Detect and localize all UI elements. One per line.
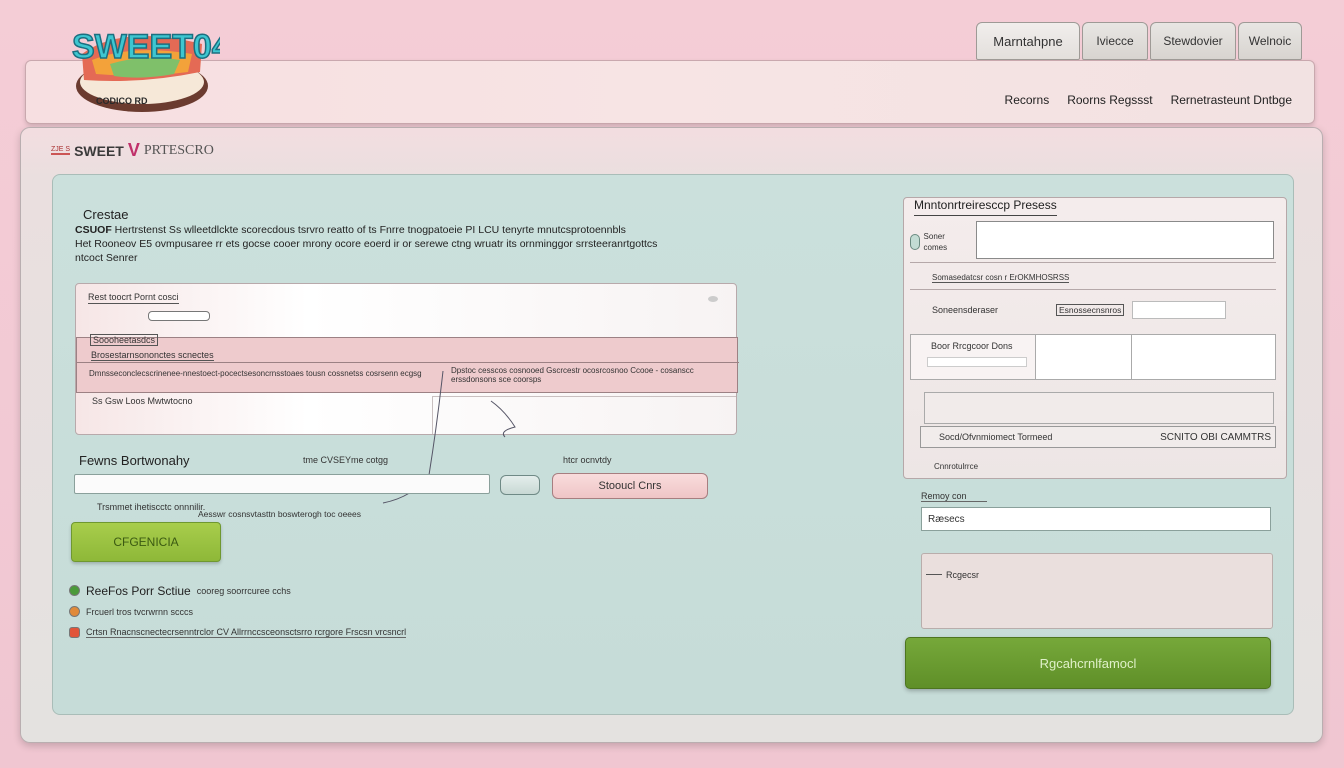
tab-2[interactable]: Stewdovier xyxy=(1150,22,1236,60)
field-label: Fewns Bortwonahy xyxy=(79,453,190,468)
field-hint-2: htcr ocnvtdy xyxy=(563,455,612,465)
sub-form: Boor Rrcgcoor Dons xyxy=(910,334,1276,380)
status-text-0: cooreg soorrcuree cchs xyxy=(196,585,291,596)
status-dot-orange-icon xyxy=(69,606,80,617)
row2-line: Somasedatcsr cosn r ErOKMHOSRSS xyxy=(910,262,1276,290)
summary-bar: Socd/Ofvnmiomect Tormeed SCNITO OBI CAMM… xyxy=(920,426,1276,448)
summary-right: SCNITO OBI CAMMTRS xyxy=(1160,432,1271,443)
input-help-2: Aesswr cosnsvtasttn boswterogh toc oeees xyxy=(198,509,361,519)
input-help-1: Trsmmet ihetiscctc onnnilir. xyxy=(97,502,206,512)
tab-3[interactable]: Welnoic xyxy=(1238,22,1302,60)
tab-0[interactable]: Marntahpne xyxy=(976,22,1080,60)
blank-field[interactable] xyxy=(924,392,1274,424)
main-text-input[interactable] xyxy=(74,474,490,494)
status-text-2: Crtsn Rnacnscnectecrsenntrclor CV Allrrn… xyxy=(86,627,407,638)
field2-label: Remoy con xyxy=(921,491,987,502)
field-hint-1: tme CVSEYme cotgg xyxy=(303,455,389,465)
sub-label: Boor Rrcgcoor Dons xyxy=(931,341,1013,351)
logo-text-top: SWEET04 xyxy=(72,28,220,66)
generate-button[interactable]: CFGENICIA xyxy=(71,522,221,562)
brand-name: SWEET xyxy=(74,142,124,159)
tab-1[interactable]: Iviecce xyxy=(1082,22,1148,60)
status-list: ReeFos Porr Sctiue cooreg soorrcuree cch… xyxy=(69,580,407,643)
header-link-0[interactable]: Recorns xyxy=(1005,93,1050,107)
row3-input[interactable] xyxy=(1132,301,1226,319)
toggle-icon[interactable] xyxy=(910,234,920,250)
brand-bar: ZJE S SWEET V PRTESCRO xyxy=(51,140,214,161)
row3-label: Soneensderaser xyxy=(932,305,999,315)
status-dot-green-icon xyxy=(69,585,80,596)
row3-value[interactable]: Esnossecnsnros xyxy=(1056,304,1125,316)
sub-field-1[interactable] xyxy=(1035,335,1131,379)
status-title-0: ReeFos Porr Sctiue xyxy=(86,583,191,598)
brand-tag: PRTESCRO xyxy=(143,142,214,158)
summary-left: Socd/Ofvnmiomect Tormeed xyxy=(939,432,1053,442)
toggle-button[interactable] xyxy=(500,475,540,495)
row1-label-text: Soner comes xyxy=(923,232,948,252)
card-bottom-label: Cnnrotulrrce xyxy=(934,462,979,471)
header-links: Recorns Roorns Regssst Rernetrasteunt Dn… xyxy=(1005,93,1292,107)
progress-title: Mnntonrtreiresccp Presess xyxy=(914,198,1057,216)
status-item-1[interactable]: Frcuerl tros tvcrwrnn scccs xyxy=(69,601,406,622)
notes-textarea[interactable]: Rcgecsr xyxy=(921,553,1273,629)
secondary-button[interactable]: Stooucl Cnrs xyxy=(552,473,708,499)
sub-input[interactable] xyxy=(927,357,1027,367)
header-link-2[interactable]: Rernetrasteunt Dntbge xyxy=(1171,93,1292,107)
sub-field-2[interactable] xyxy=(1131,335,1275,379)
top-tab-bar: Marntahpne Iviecce Stewdovier Welnoic xyxy=(976,22,1302,60)
cursor-mark xyxy=(926,574,942,575)
header-link-1[interactable]: Roorns Regssst xyxy=(1067,93,1152,107)
status-item-2[interactable]: Crtsn Rnacnscnectecrsenntrclor CV Allrrn… xyxy=(69,622,407,643)
progress-card: Mnntonrtreiresccp Presess Soner comes So… xyxy=(903,197,1287,479)
row2-text: Somasedatcsr cosn r ErOKMHOSRSS xyxy=(932,273,1070,283)
status-item-0[interactable]: ReeFos Porr Sctiue cooreg soorrcuree cch… xyxy=(69,580,406,601)
status-dot-red-icon xyxy=(69,627,80,638)
row1-input[interactable] xyxy=(976,221,1274,259)
brand-mini: ZJE S xyxy=(51,146,71,155)
heart-icon: V xyxy=(127,140,140,160)
row1-label: Soner comes xyxy=(910,224,968,260)
status-text-1: Frcuerl tros tvcrwrnn scccs xyxy=(86,606,194,617)
app-logo[interactable]: SWEET04 CODICO RD xyxy=(62,14,232,120)
notes-label: Rcgecsr xyxy=(946,570,980,580)
field2-input[interactable]: Ræsecs xyxy=(921,507,1271,531)
submit-button[interactable]: Rgcahcrnlfamocl xyxy=(905,637,1271,689)
content-panel: Crestae CSUOF Hertrstenst Ss wlleetdlckt… xyxy=(52,174,1294,715)
logo-text-bottom: CODICO RD xyxy=(96,96,148,106)
main-window: ZJE S SWEET V PRTESCRO Crestae CSUOF Her… xyxy=(20,127,1323,743)
